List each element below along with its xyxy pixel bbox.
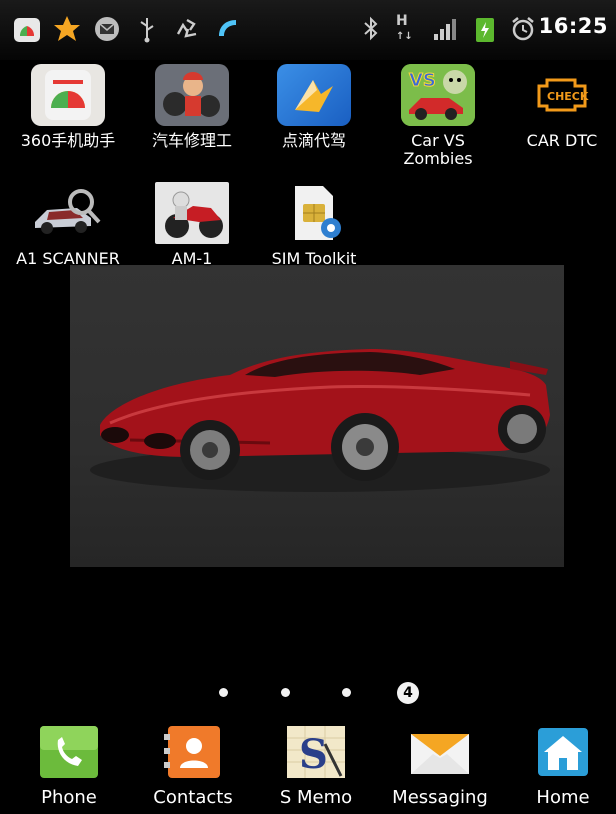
app-sim-toolkit[interactable]: SIM Toolkit xyxy=(254,182,374,268)
usb-icon xyxy=(140,18,154,43)
star-icon xyxy=(54,16,80,41)
dock-s-memo[interactable]: S S Memo xyxy=(261,724,371,808)
page-dot-2[interactable] xyxy=(281,688,290,697)
app-360-assistant[interactable]: 360手机助手 xyxy=(8,64,128,172)
app-car-vs-zombies[interactable]: VS Car VS Zombies xyxy=(378,64,498,172)
page-dot-current[interactable]: 4 xyxy=(397,682,419,704)
sim-toolkit-icon xyxy=(277,182,351,244)
driver-app-icon xyxy=(277,64,351,126)
360-assistant-icon xyxy=(31,64,105,126)
red-sports-car-icon xyxy=(90,349,550,492)
mail-icon xyxy=(95,17,119,41)
wallpaper-car-image xyxy=(70,265,564,567)
app-label: A1 SCANNER xyxy=(16,250,120,268)
dock-messaging[interactable]: Messaging xyxy=(385,724,495,808)
hspa-label: H xyxy=(396,13,408,29)
phone-handset-icon xyxy=(219,20,236,36)
s-memo-icon: S xyxy=(285,724,347,780)
car-mechanic-icon xyxy=(155,64,229,126)
svg-text:CHECK: CHECK xyxy=(547,90,589,103)
app-label: SIM Toolkit xyxy=(271,250,357,268)
app-label: Car VS Zombies xyxy=(403,132,473,168)
dock-contacts[interactable]: Contacts xyxy=(138,724,248,808)
dock-label: Phone xyxy=(41,787,97,808)
app-car-dtc[interactable]: CHECK CAR DTC xyxy=(502,64,616,150)
app-label: 点滴代驾 xyxy=(281,132,346,150)
app-car-mechanic[interactable]: 汽车修理工 xyxy=(132,64,252,150)
dock-home[interactable]: Home xyxy=(508,724,616,808)
car-vs-zombies-icon: VS xyxy=(401,64,475,126)
dock-label: Home xyxy=(536,787,590,808)
app-label: CAR DTC xyxy=(526,132,598,150)
app-am1[interactable]: AM-1 xyxy=(132,182,252,268)
dock-phone[interactable]: Phone xyxy=(14,724,124,808)
phone-icon xyxy=(38,724,100,780)
app-label: AM-1 xyxy=(171,250,213,268)
page-dot-1[interactable] xyxy=(219,688,228,697)
svg-text:VS: VS xyxy=(409,70,436,91)
app-label: 汽车修理工 xyxy=(151,132,232,150)
bluetooth-icon xyxy=(364,16,378,41)
page-dot-3[interactable] xyxy=(342,688,351,697)
messaging-icon xyxy=(409,724,471,780)
dock-label: Contacts xyxy=(153,787,233,808)
signal-bars-icon xyxy=(434,19,456,40)
a1-scanner-icon xyxy=(31,182,105,244)
app-market-icon xyxy=(14,18,40,42)
dock-label: S Memo xyxy=(279,787,353,808)
clock: 16:25 xyxy=(538,14,608,38)
app-label: 360手机助手 xyxy=(20,132,116,150)
hspa-icon: H ↑↓ xyxy=(396,13,413,42)
app-driver[interactable]: 点滴代驾 xyxy=(254,64,374,150)
dock-label: Messaging xyxy=(392,787,488,808)
am1-icon xyxy=(155,182,229,244)
recycle-icon xyxy=(176,18,197,38)
app-a1-scanner[interactable]: A1 SCANNER xyxy=(8,182,128,290)
contacts-icon xyxy=(162,724,224,780)
home-icon xyxy=(532,724,594,780)
battery-icon xyxy=(476,18,494,42)
status-bar[interactable]: H ↑↓ 16:25 xyxy=(0,0,616,60)
alarm-icon xyxy=(512,17,534,41)
svg-text:S: S xyxy=(299,731,328,778)
car-dtc-icon: CHECK xyxy=(525,64,599,126)
